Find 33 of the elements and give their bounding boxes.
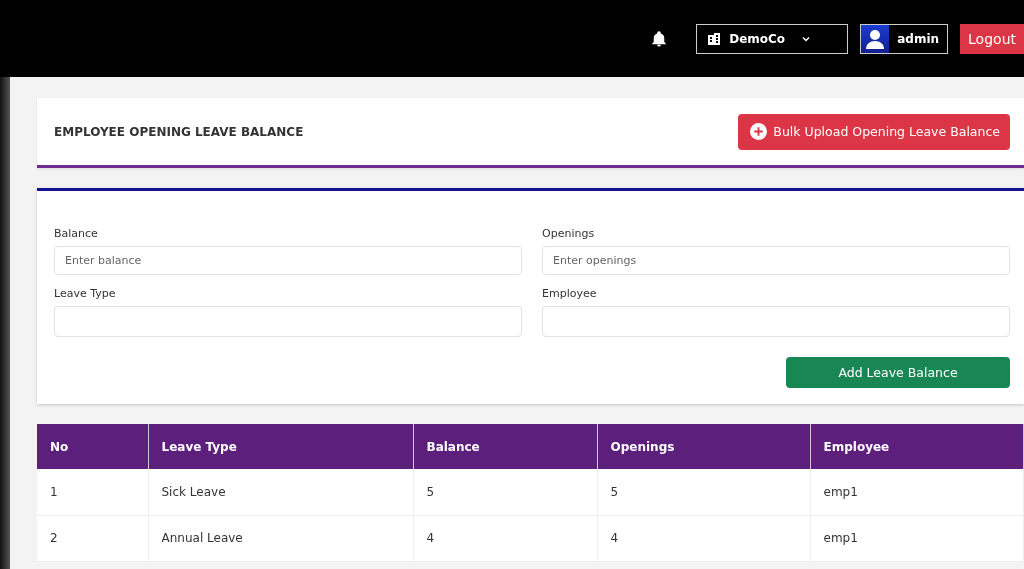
field-label: Leave Type [54,287,117,300]
column-header: Openings [597,424,810,469]
table-cell: emp1 [810,515,1024,561]
input-field[interactable] [542,306,1010,337]
table-cell: 5 [597,469,810,515]
field-label: Openings [542,227,596,240]
table-cell: 4 [597,515,810,561]
building-icon [707,31,722,46]
column-header: Employee [810,424,1024,469]
column-header: Leave Type [148,424,413,469]
table-cell: 2 [37,515,148,561]
table-cell: Annual Leave [148,515,413,561]
field-label: Balance [54,227,99,240]
company-dropdown[interactable]: DemoCo [696,23,849,54]
logout-button[interactable]: Logout [960,23,1024,54]
field-label: Employee [542,287,598,300]
bulk-upload-button[interactable]: Bulk Upload Opening Leave Balance [738,113,1010,150]
input-field[interactable]: Enter balance [54,246,522,275]
table-cell: Sick Leave [148,469,413,515]
table-cell: 1 [37,469,148,515]
page-title: EMPLOYEE OPENING LEAVE BALANCE [54,124,304,139]
input-field[interactable] [54,306,522,337]
add-leave-balance-button[interactable]: Add Leave Balance [786,357,1010,388]
table-cell: 5 [413,469,597,515]
table-cell: 4 [413,515,597,561]
user-menu[interactable]: admin [860,23,949,54]
column-header: Balance [413,424,597,469]
input-field[interactable]: Enter openings [542,246,1010,275]
table-cell: emp1 [810,469,1024,515]
bell-icon[interactable] [650,29,669,48]
column-header: No [37,424,148,469]
plus-circle-icon [750,123,768,140]
user-icon [861,24,890,53]
